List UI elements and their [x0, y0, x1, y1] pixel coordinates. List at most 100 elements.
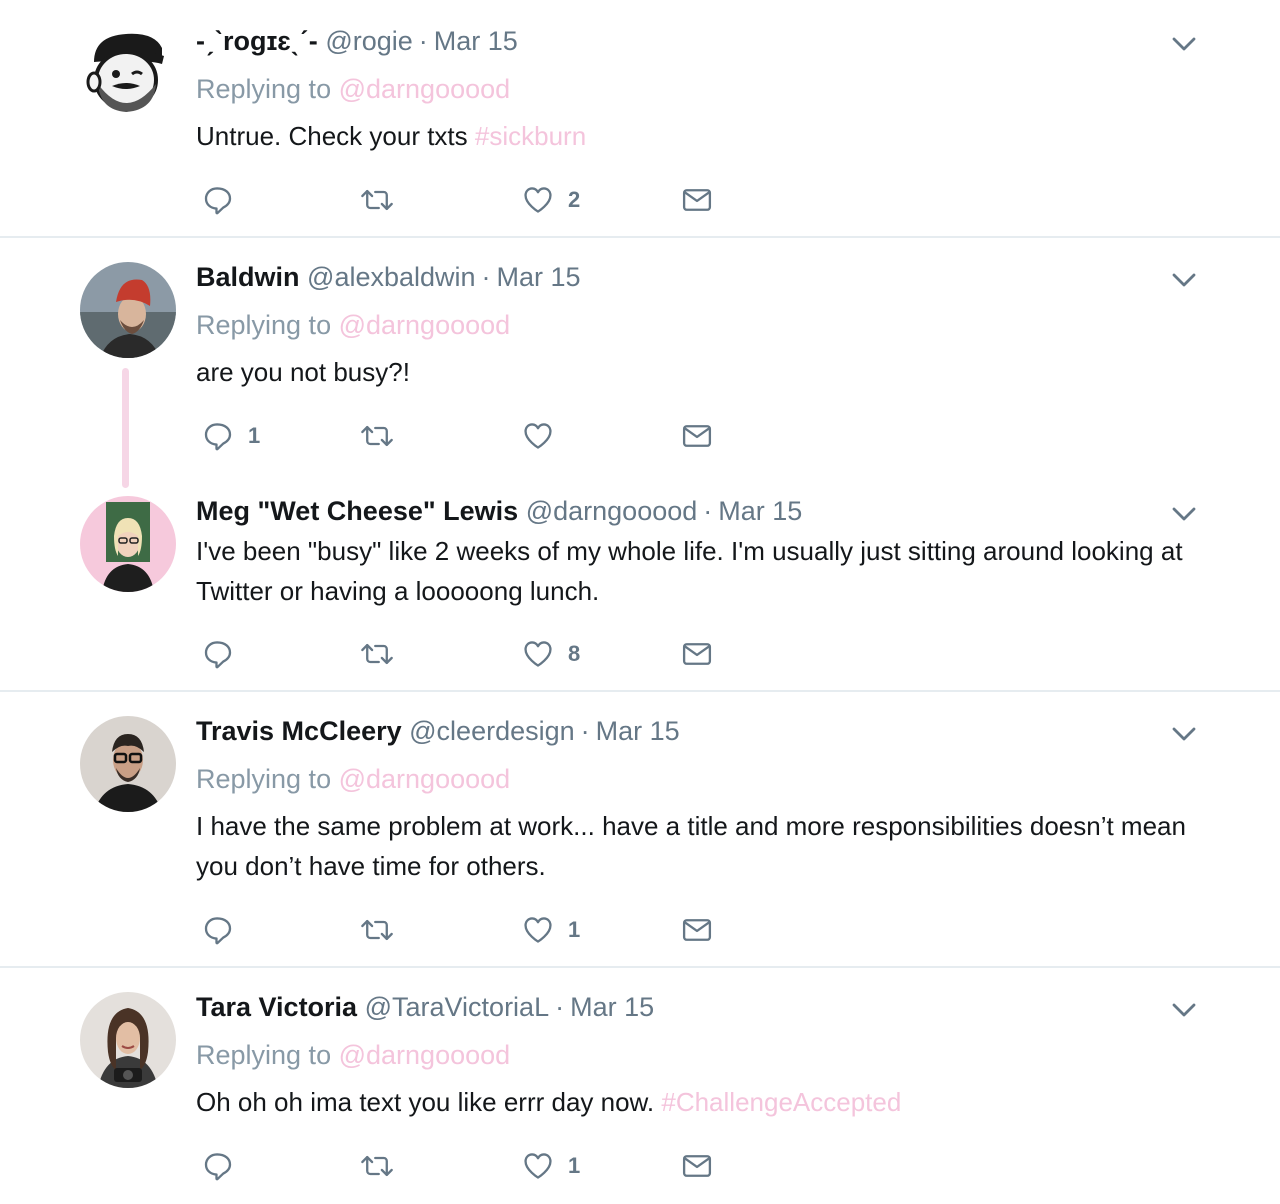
tweet[interactable]: Travis McCleery @cleerdesign · Mar 15 Repl…: [0, 692, 1280, 966]
user-name[interactable]: Meg "Wet Cheese" Lewis: [196, 496, 518, 526]
retweet-button[interactable]: [358, 180, 396, 220]
chevron-down-icon[interactable]: [1168, 264, 1200, 296]
chevron-down-icon[interactable]: [1168, 718, 1200, 750]
tweet-date[interactable]: Mar 15: [434, 26, 518, 56]
avatar[interactable]: [80, 992, 176, 1088]
heart-icon: [522, 914, 554, 946]
tweet-date[interactable]: Mar 15: [570, 992, 654, 1022]
user-name[interactable]: Baldwin: [196, 262, 300, 292]
retweet-icon: [358, 1150, 396, 1182]
tweet[interactable]: Meg "Wet Cheese" Lewis @darngooood · Mar 1…: [0, 488, 1280, 690]
retweet-button[interactable]: [358, 910, 396, 950]
tweet[interactable]: -ˏˋrogɪɛˎˊ- @rogie · Mar 15 Replying to @d…: [0, 0, 1280, 236]
like-count: 1: [568, 917, 581, 942]
user-name[interactable]: Travis McCleery: [196, 716, 402, 746]
reply-icon: [202, 914, 234, 946]
like-count: 1: [568, 1153, 581, 1178]
separator: ·: [703, 496, 713, 526]
reply-button[interactable]: 1: [202, 416, 260, 456]
separator: ·: [580, 716, 590, 746]
tweet-text: Oh oh oh ima text you like errr day now.…: [196, 1082, 1206, 1122]
chevron-down-icon[interactable]: [1168, 498, 1200, 530]
envelope-icon: [681, 184, 713, 216]
avatar[interactable]: [80, 716, 176, 812]
user-handle[interactable]: @alexbaldwin: [307, 262, 476, 292]
tweet-body: I have the same problem at work... have …: [196, 811, 1186, 881]
separator: ·: [418, 26, 428, 56]
mention-link[interactable]: @darngooood: [339, 1040, 511, 1070]
tweet-date[interactable]: Mar 15: [718, 496, 802, 526]
user-handle[interactable]: @TaraVictoriaL: [365, 992, 550, 1022]
thread-line: [122, 368, 129, 488]
like-button[interactable]: 1: [522, 1146, 580, 1186]
like-button[interactable]: 1: [522, 910, 580, 950]
like-button[interactable]: [522, 416, 568, 456]
envelope-icon: [681, 420, 713, 452]
mention-link[interactable]: @darngooood: [339, 310, 511, 340]
heart-icon: [522, 1150, 554, 1182]
avatar[interactable]: [80, 496, 176, 592]
user-handle[interactable]: @darngooood: [526, 496, 698, 526]
retweet-button[interactable]: [358, 416, 396, 456]
replying-label: Replying to: [196, 764, 332, 794]
retweet-icon: [358, 420, 396, 452]
retweet-icon: [358, 914, 396, 946]
like-count: 2: [568, 187, 581, 212]
reply-icon: [202, 638, 234, 670]
hashtag-link[interactable]: #sickburn: [475, 121, 586, 151]
replying-to: Replying to @darngooood: [196, 763, 510, 795]
like-count: 8: [568, 641, 581, 666]
tweet-text: I've been "busy" like 2 weeks of my whol…: [196, 531, 1206, 611]
tweet[interactable]: Tara Victoria @TaraVictoriaL · Mar 15 Repl…: [0, 968, 1280, 1204]
replying-label: Replying to: [196, 310, 332, 340]
replying-to: Replying to @darngooood: [196, 73, 510, 105]
user-handle[interactable]: @rogie: [325, 26, 412, 56]
tweet-body: are you not busy?!: [196, 357, 410, 387]
tweet-header: Travis McCleery @cleerdesign · Mar 15: [196, 715, 680, 747]
tweet-body: Untrue. Check your txts: [196, 121, 468, 151]
tweet[interactable]: Baldwin @alexbaldwin · Mar 15 Replying to …: [0, 238, 1280, 488]
reply-button[interactable]: [202, 180, 248, 220]
envelope-icon: [681, 1150, 713, 1182]
tweet-date[interactable]: Mar 15: [596, 716, 680, 746]
tweet-text: are you not busy?!: [196, 352, 1206, 392]
heart-icon: [522, 184, 554, 216]
reply-button[interactable]: [202, 910, 248, 950]
user-name[interactable]: Tara Victoria: [196, 992, 357, 1022]
separator: ·: [555, 992, 565, 1022]
hashtag-link[interactable]: #ChallengeAccepted: [661, 1087, 901, 1117]
reply-button[interactable]: [202, 634, 248, 674]
dm-button[interactable]: [681, 180, 713, 220]
tweet-header: Baldwin @alexbaldwin · Mar 15: [196, 261, 581, 293]
retweet-icon: [358, 638, 396, 670]
retweet-button[interactable]: [358, 634, 396, 674]
like-button[interactable]: 8: [522, 634, 580, 674]
avatar[interactable]: [80, 22, 176, 118]
reply-button[interactable]: [202, 1146, 248, 1186]
tweet-header: -ˏˋrogɪɛˎˊ- @rogie · Mar 15: [196, 25, 518, 57]
tweet-date[interactable]: Mar 15: [497, 262, 581, 292]
reply-count: 1: [248, 423, 261, 448]
reply-icon: [202, 420, 234, 452]
like-button[interactable]: 2: [522, 180, 580, 220]
user-name[interactable]: -ˏˋrogɪɛˎˊ-: [196, 26, 318, 56]
dm-button[interactable]: [681, 416, 713, 456]
tweet-header: Tara Victoria @TaraVictoriaL · Mar 15: [196, 991, 654, 1023]
dm-button[interactable]: [681, 634, 713, 674]
heart-icon: [522, 638, 554, 670]
separator: ·: [481, 262, 491, 292]
retweet-button[interactable]: [358, 1146, 396, 1186]
retweet-icon: [358, 184, 396, 216]
chevron-down-icon[interactable]: [1168, 28, 1200, 60]
avatar[interactable]: [80, 262, 176, 358]
chevron-down-icon[interactable]: [1168, 994, 1200, 1026]
mention-link[interactable]: @darngooood: [339, 74, 511, 104]
replying-label: Replying to: [196, 1040, 332, 1070]
dm-button[interactable]: [681, 1146, 713, 1186]
reply-icon: [202, 184, 234, 216]
dm-button[interactable]: [681, 910, 713, 950]
envelope-icon: [681, 638, 713, 670]
user-handle[interactable]: @cleerdesign: [409, 716, 575, 746]
tweet-text: I have the same problem at work... have …: [196, 806, 1206, 886]
mention-link[interactable]: @darngooood: [339, 764, 511, 794]
